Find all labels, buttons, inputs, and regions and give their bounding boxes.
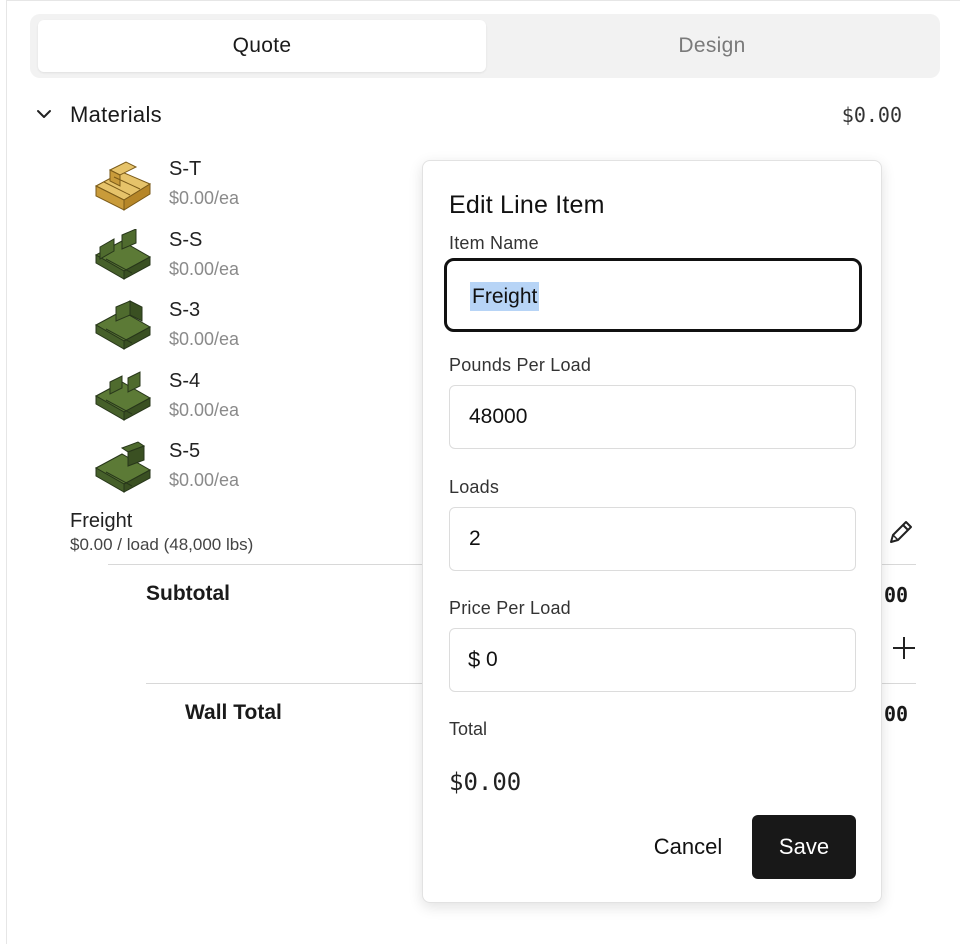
material-name: S-4	[169, 370, 201, 392]
material-price: $0.00/ea	[169, 400, 240, 420]
material-price: $0.00/ea	[169, 259, 240, 279]
tab-quote[interactable]: Quote	[38, 20, 486, 72]
material-price: $0.00/ea	[169, 470, 240, 490]
chevron-down-icon[interactable]	[36, 106, 52, 122]
cancel-button[interactable]: Cancel	[633, 815, 743, 879]
plus-icon[interactable]	[890, 634, 918, 662]
freight-detail: $0.00 / load (48,000 lbs)	[70, 535, 254, 554]
material-name: S-5	[169, 440, 201, 462]
pounds-per-load-label: Pounds Per Load	[449, 355, 592, 375]
price-per-load-field[interactable]: $	[449, 628, 856, 692]
edit-line-item-dialog: Edit Line Item Item Name Freight Pounds …	[422, 160, 882, 903]
tab-bar: Quote Design	[30, 14, 940, 78]
materials-total: $0.00	[841, 103, 902, 127]
price-per-load-input[interactable]	[450, 629, 855, 691]
save-button[interactable]: Save	[752, 815, 856, 879]
pencil-icon[interactable]	[886, 517, 916, 547]
block-ss-icon	[94, 229, 152, 280]
pounds-per-load-field[interactable]	[449, 385, 856, 449]
wall-total-label: Wall Total	[185, 701, 282, 724]
material-price: $0.00/ea	[169, 329, 240, 349]
material-item[interactable]: S-T $0.00/ea	[92, 158, 392, 218]
block-s4-icon	[94, 371, 152, 421]
freight-name: Freight	[70, 510, 133, 532]
block-ts-icon	[94, 161, 152, 211]
material-name: S-S	[169, 229, 203, 251]
material-price: $0.00/ea	[169, 188, 240, 208]
pounds-per-load-input[interactable]	[450, 386, 855, 448]
block-s5-icon	[94, 441, 152, 493]
wall-total-value: 00	[884, 702, 909, 726]
materials-header[interactable]: Materials $0.00	[30, 96, 910, 136]
loads-input[interactable]	[450, 508, 855, 570]
item-name-value[interactable]: Freight	[470, 282, 540, 311]
materials-title: Materials	[70, 102, 162, 127]
material-name: S-3	[169, 299, 201, 321]
total-value: $0.00	[449, 768, 522, 796]
loads-label: Loads	[449, 477, 500, 497]
item-name-field[interactable]: Freight	[444, 258, 862, 332]
item-name-label: Item Name	[449, 233, 539, 253]
tab-design[interactable]: Design	[488, 20, 936, 72]
subtotal-value: 00	[884, 583, 909, 607]
material-item[interactable]: S-5 $0.00/ea	[92, 440, 392, 500]
material-item[interactable]: S-4 $0.00/ea	[92, 370, 392, 430]
subtotal-label: Subtotal	[146, 582, 230, 605]
loads-field[interactable]	[449, 507, 856, 571]
material-item[interactable]: S-3 $0.00/ea	[92, 299, 392, 359]
block-s3-icon	[94, 300, 152, 350]
total-label: Total	[449, 719, 488, 739]
dialog-title: Edit Line Item	[449, 191, 605, 219]
material-name: S-T	[169, 158, 202, 180]
material-item[interactable]: S-S $0.00/ea	[92, 229, 392, 289]
price-per-load-label: Price Per Load	[449, 598, 571, 618]
